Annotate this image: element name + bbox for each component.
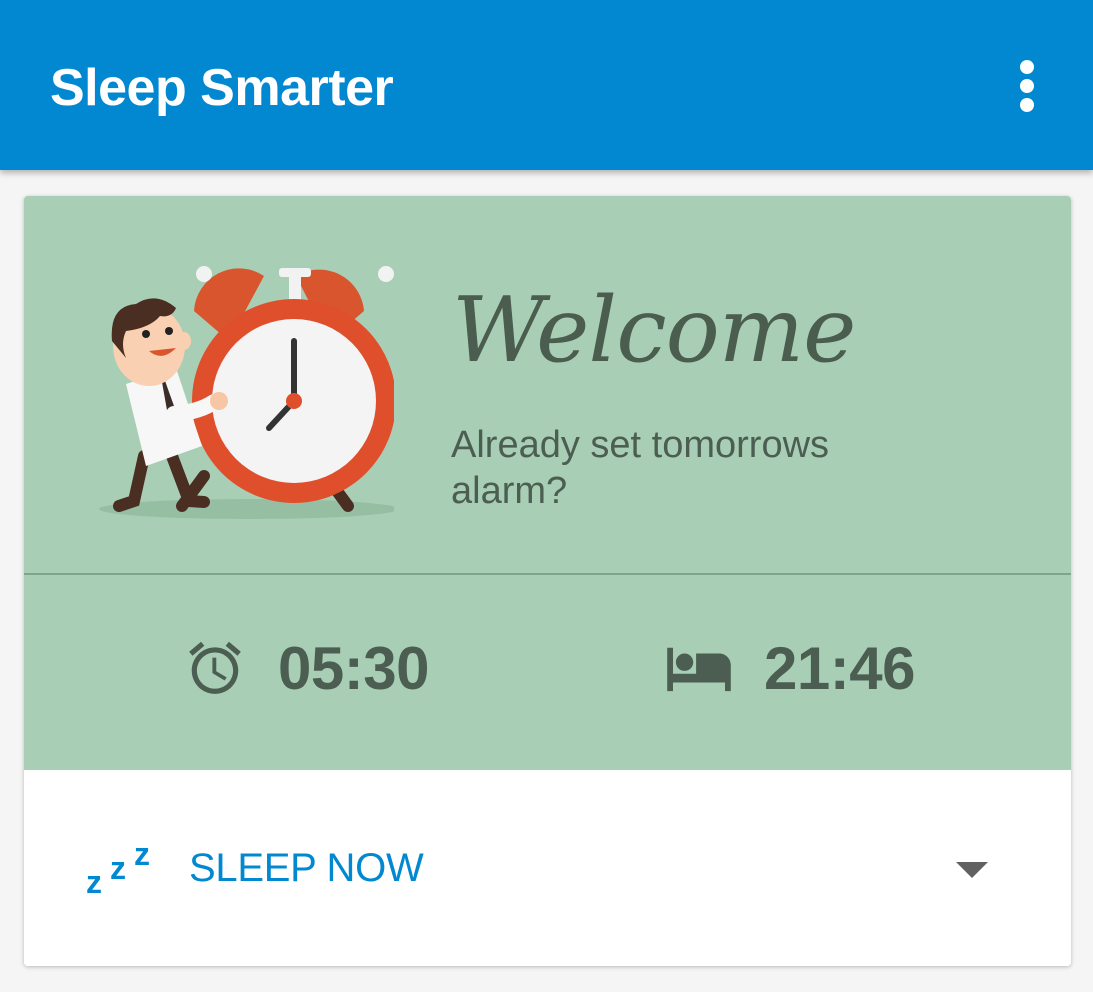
bed-icon bbox=[667, 647, 731, 692]
zzz-icon: zzz bbox=[86, 836, 150, 900]
menu-dot bbox=[1020, 79, 1034, 93]
welcome-hero: Welcome Already set tomorrows alarm? 05:… bbox=[24, 196, 1071, 770]
welcome-heading: Welcome bbox=[452, 278, 856, 383]
alarm-time[interactable]: 05:30 bbox=[184, 628, 429, 708]
welcome-subtitle: Already set tomorrows alarm? bbox=[451, 424, 830, 512]
bedtime-time-value: 21:46 bbox=[764, 634, 915, 702]
bedtime-time[interactable]: 21:46 bbox=[664, 628, 915, 708]
more-vert-icon[interactable] bbox=[1003, 52, 1051, 120]
man-with-alarm-clock-illustration bbox=[99, 266, 394, 519]
alarm-time-value: 05:30 bbox=[278, 634, 429, 702]
welcome-card: Welcome Already set tomorrows alarm? 05:… bbox=[24, 196, 1071, 966]
app-bar: Sleep Smarter bbox=[0, 0, 1093, 170]
menu-dot bbox=[1020, 60, 1034, 74]
arrow-drop-down-icon[interactable] bbox=[954, 860, 990, 880]
sleep-now-label: SLEEP NOW bbox=[189, 846, 424, 890]
menu-dot bbox=[1020, 98, 1034, 112]
alarm-clock-icon bbox=[189, 641, 241, 694]
sleep-now-button[interactable]: zzz SLEEP NOW bbox=[24, 770, 1071, 966]
app-title: Sleep Smarter bbox=[50, 59, 394, 117]
hero-divider bbox=[24, 573, 1071, 575]
